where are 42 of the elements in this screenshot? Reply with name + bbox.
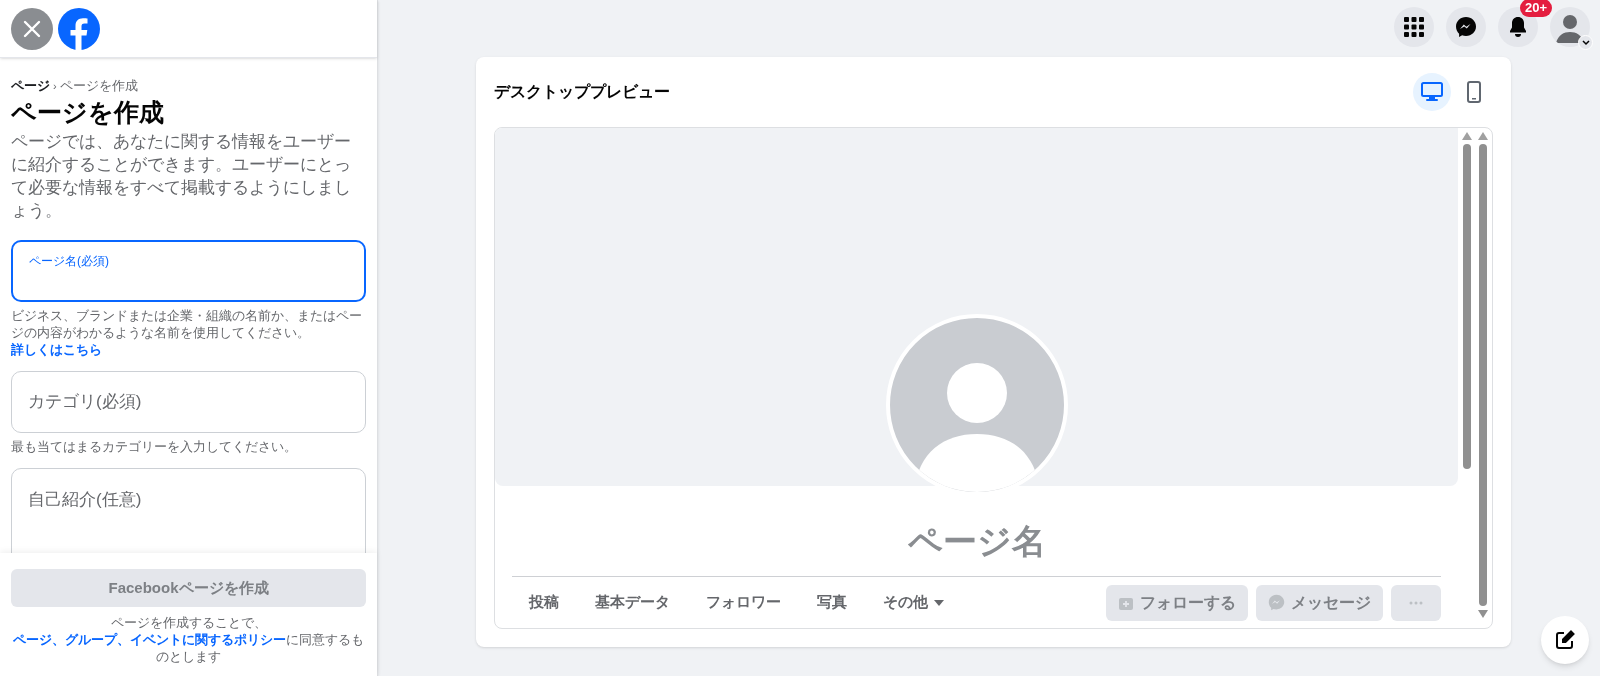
scroll-down-arrow-icon[interactable] [1478,610,1488,618]
notification-badge: 20+ [1520,0,1553,17]
messenger-button[interactable] [1446,7,1486,47]
caret-icon [934,599,944,606]
profile-tab[interactable]: 写真 [802,584,862,621]
scrollbar-thumb[interactable] [1479,144,1487,606]
compose-icon [1555,630,1575,650]
page-name-heading: ページ名 [907,520,1046,562]
grid-icon [1404,17,1424,37]
input-field[interactable]: カテゴリ(必須) [11,370,366,433]
helper-text: 最も当てはまるカテゴリーを入力してください。 [11,438,298,456]
phone-icon [1467,81,1481,103]
facebook-logo-icon[interactable] [57,6,101,51]
messenger-icon [1455,16,1477,38]
more-icon [1409,600,1423,605]
input-field[interactable]: ページ名(必須) [11,239,366,302]
chevron-down-icon [1581,39,1590,46]
policy-link[interactable]: ページ、グループ、イベントに関するポリシー [13,633,286,647]
breadcrumb-separator: › [53,78,57,94]
close-icon [23,19,41,38]
menu-button[interactable] [1394,7,1434,47]
learn-more-link[interactable]: 詳しくはこちら [11,342,102,357]
profile-tab[interactable]: フォロワー [691,584,796,621]
scrollbar-thumb[interactable] [1463,144,1471,469]
helper-text: ビジネス、ブランドまたは企業・組織の名前か、またはページの内容がわかるような名前を使用してください。 詳しくはこちら [11,307,363,359]
page-title: ページを作成 [11,96,165,128]
messenger-icon [1268,594,1285,611]
description: ページでは、あなたに関する情報をユーザーに紹介することができます。ユーザーにとって必要な情報をすべて掲載するようにしましょう。 [11,130,352,222]
profile-tab[interactable]: その他 [868,584,959,621]
breadcrumb-current: ページを作成 [59,77,138,95]
profile-tab[interactable]: 投稿 [514,584,574,621]
desktop-view-button[interactable] [1413,73,1451,111]
textarea-field[interactable]: 自己紹介(任意) [11,467,366,553]
bell-icon [1509,17,1527,37]
account-button[interactable] [1550,7,1590,47]
breadcrumb-link[interactable]: ページ [11,76,50,96]
profile-tab[interactable]: 基本データ [580,584,685,621]
compose-button[interactable] [1541,616,1589,664]
policy-text: ページを作成することで、 ページ、グループ、イベントに関するポリシーに同意するものとします [12,615,365,666]
monitor-icon [1421,82,1443,102]
close-button[interactable] [11,7,53,50]
preview-title: デスクトッププレビュー [494,82,670,102]
